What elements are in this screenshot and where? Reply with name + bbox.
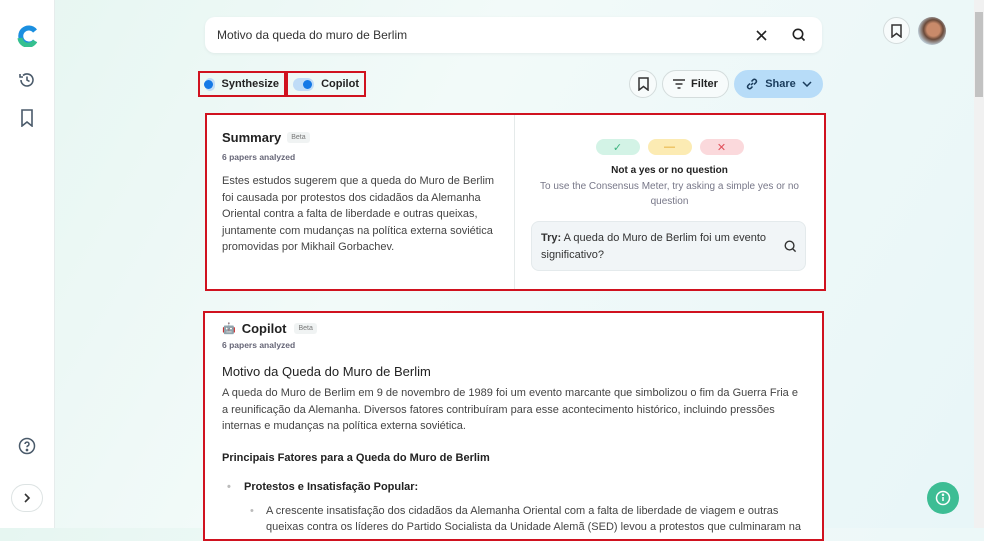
search-bar — [205, 17, 822, 53]
sidebar — [0, 0, 55, 528]
clear-search-button[interactable] — [750, 24, 772, 46]
copilot-subheading: Principais Fatores para a Queda do Muro … — [222, 451, 490, 464]
history-icon[interactable] — [16, 69, 38, 91]
bullet-text: Protestos e Insatisfação Popular: — [244, 480, 419, 493]
search-icon — [784, 240, 797, 253]
sub-bullet-text: A crescente insatisfação dos cidadãos da… — [266, 504, 802, 534]
scrollbar-thumb[interactable] — [975, 12, 983, 97]
filter-button[interactable]: Filter — [662, 70, 729, 98]
beta-badge: Beta — [294, 323, 317, 334]
copilot-card: 🤖 Copilot Beta 6 papers analyzed Motivo da… — [203, 311, 824, 541]
search-input[interactable] — [217, 28, 742, 42]
scrollbar[interactable] — [974, 0, 984, 528]
no-meter-icon: ✕ — [699, 139, 744, 155]
meter-title: Not a yes or no question — [611, 165, 728, 176]
yes-meter-icon: ✓ — [595, 139, 640, 155]
share-button[interactable]: Share — [734, 70, 823, 98]
copilot-heading: Motivo da Queda do Muro de Berlim — [222, 364, 431, 379]
bookmark-icon — [891, 23, 902, 38]
share-label: Share — [765, 78, 796, 90]
summary-title: Summary — [222, 130, 282, 145]
copilot-toggle[interactable]: Copilot — [286, 71, 366, 97]
synthesize-switch[interactable] — [203, 77, 215, 91]
info-button[interactable] — [927, 482, 959, 514]
copilot-label: Copilot — [321, 78, 359, 90]
user-avatar[interactable] — [918, 17, 946, 45]
close-icon — [755, 29, 767, 41]
bullet-item: • Protestos e Insatisfação Popular: — [227, 480, 419, 493]
papers-count: 6 papers analyzed — [222, 340, 296, 350]
chevron-right-icon — [24, 493, 31, 503]
copilot-title: Copilot — [241, 321, 287, 336]
bookmark-icon[interactable] — [16, 107, 38, 129]
saved-button[interactable] — [883, 17, 910, 44]
papers-count: 6 papers analyzed — [222, 152, 296, 162]
try-suggestion[interactable]: Try: A queda do Muro de Berlim foi um ev… — [531, 221, 806, 271]
copilot-robot-icon: 🤖 — [222, 323, 236, 335]
try-text: A queda do Muro de Berlim foi um evento … — [541, 232, 767, 261]
beta-badge: Beta — [287, 132, 310, 144]
help-icon[interactable] — [16, 435, 38, 457]
expand-sidebar-button[interactable] — [11, 484, 43, 512]
sub-bullet-item: • A crescente insatisfação dos cidadãos d… — [250, 504, 802, 534]
filter-label: Filter — [691, 78, 718, 90]
bookmark-icon — [637, 77, 649, 91]
copilot-switch[interactable] — [293, 77, 315, 91]
copilot-intro: A queda do Muro de Berlim em 9 de novemb… — [222, 387, 798, 432]
try-label: Try: — [541, 232, 562, 244]
info-icon — [935, 490, 951, 506]
consensus-meter: ✓ — ✕ Not a yes or no question To use th… — [515, 139, 824, 271]
filter-icon — [673, 79, 686, 89]
bookmark-search-button[interactable] — [629, 70, 657, 98]
link-icon — [747, 78, 758, 90]
summary-card: Summary Beta 6 papers analyzed Estes estu… — [205, 113, 826, 291]
meter-description: To use the Consensus Meter, try asking a… — [539, 181, 799, 207]
search-icon — [792, 28, 806, 42]
summary-text: Estes estudos sugerem que a queda do Mur… — [222, 175, 495, 253]
chevron-down-icon — [802, 81, 812, 87]
synthesize-toggle[interactable]: Synthesize — [198, 71, 286, 97]
consensus-logo-icon[interactable] — [16, 24, 40, 48]
search-button[interactable] — [788, 24, 810, 46]
possibly-meter-icon: — — [647, 139, 692, 155]
synthesize-label: Synthesize — [221, 78, 279, 90]
